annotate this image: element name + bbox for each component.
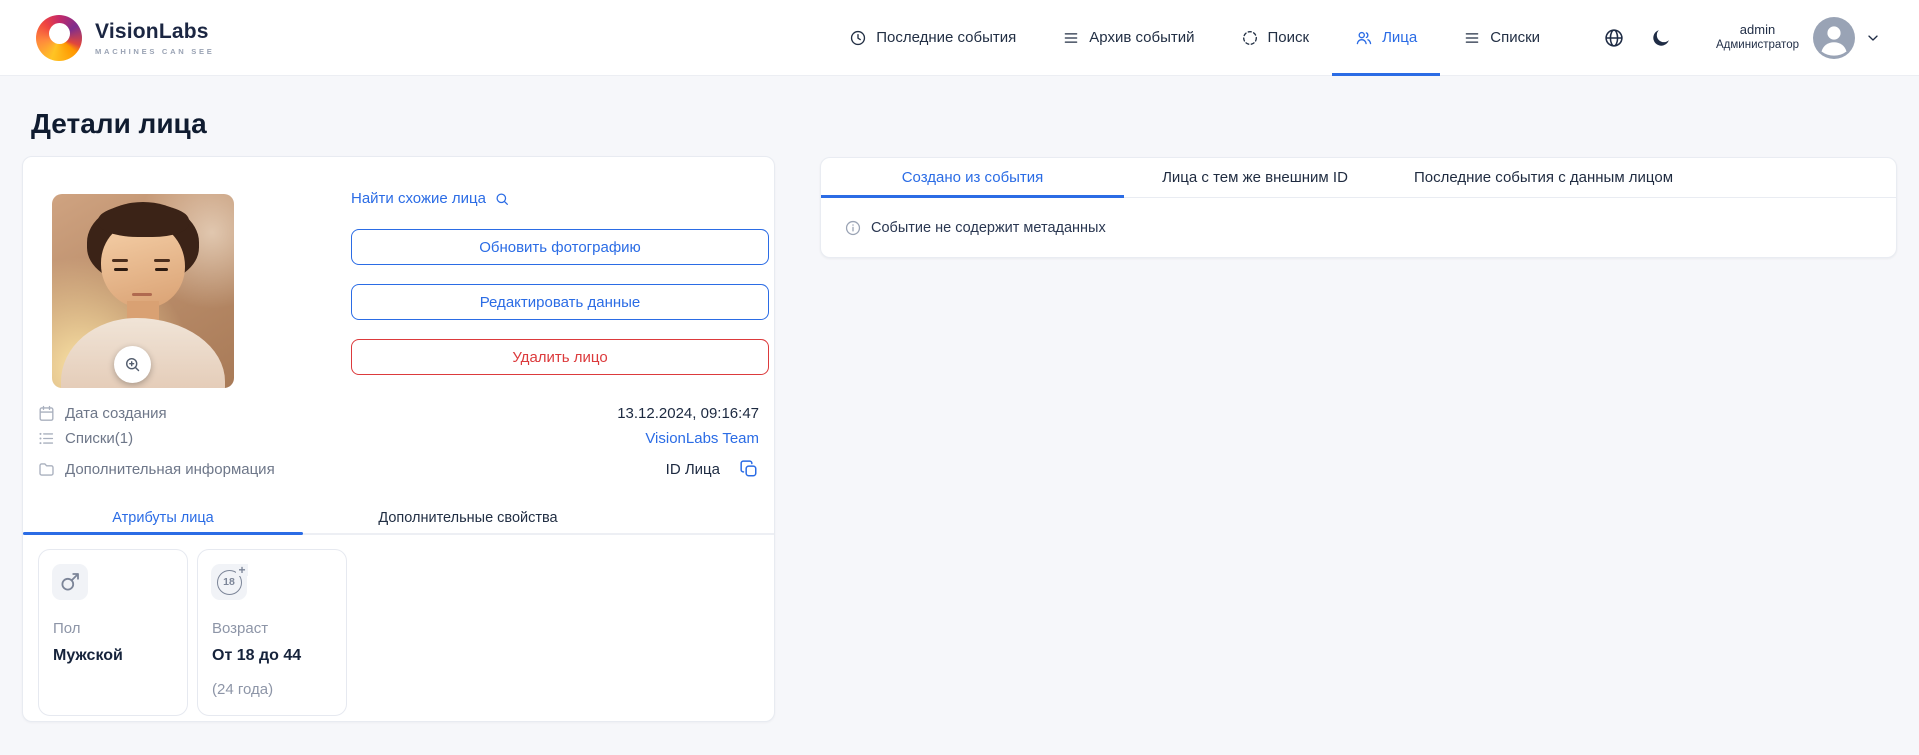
nav-tools: [1603, 27, 1672, 49]
nav-label: Списки: [1490, 29, 1541, 46]
copy-icon: [740, 460, 757, 477]
nav-label: Архив событий: [1089, 29, 1195, 46]
info-icon: [845, 220, 861, 235]
nav-label: Лица: [1382, 29, 1418, 46]
list-link-visionlabs-team[interactable]: VisionLabs Team: [645, 430, 759, 447]
gender-label: Пол: [53, 620, 81, 637]
meta-row-created: Дата создания 13.12.2024, 09:16:47: [37, 404, 759, 423]
list-lines-icon: [1465, 32, 1479, 43]
created-date-value: 13.12.2024, 09:16:47: [617, 405, 759, 422]
language-globe-button[interactable]: [1603, 27, 1625, 49]
nav-label: Последние события: [876, 29, 1017, 46]
find-similar-link[interactable]: Найти схожие лица: [351, 190, 510, 207]
delete-face-button[interactable]: Удалить лицо: [351, 339, 769, 375]
globe-icon: [1605, 28, 1623, 47]
avatar[interactable]: [1813, 16, 1855, 59]
gender-value: Мужской: [53, 647, 123, 664]
nav-item-search[interactable]: Поиск: [1218, 0, 1333, 75]
page-title: Детали лица: [31, 108, 207, 139]
events-panel-body: Событие не содержит метаданных: [821, 198, 1896, 257]
brand-name: VisionLabs: [95, 19, 209, 43]
copy-face-id-button[interactable]: [739, 459, 759, 479]
list-lines-icon: [1064, 32, 1078, 43]
user-name: admin: [1739, 21, 1776, 37]
empty-metadata-message: Событие не содержит метаданных: [871, 219, 1106, 236]
male-icon: [61, 573, 79, 591]
face-photo: [52, 194, 234, 388]
photo-detail: [132, 292, 153, 296]
brand-tagline: MACHINES CAN SEE: [95, 46, 215, 56]
attribute-card-gender: Пол Мужской: [38, 549, 188, 716]
age-icon-box: 18 +: [211, 563, 248, 600]
photo-zoom-button[interactable]: [114, 346, 151, 383]
clock-icon: [851, 30, 866, 45]
age-icon-number: 18: [223, 576, 235, 588]
user-menu-chevron[interactable]: [1865, 30, 1881, 46]
tab-created-from-event[interactable]: Создано из события: [821, 158, 1124, 198]
nav-item-latest-events[interactable]: Последние события: [826, 0, 1039, 75]
nav-item-faces[interactable]: Лица: [1332, 0, 1441, 76]
meta-row-lists: Списки(1) VisionLabs Team: [37, 429, 759, 448]
person-icon: [1821, 25, 1847, 56]
moon-icon: [1653, 29, 1669, 46]
visionlabs-logo-icon: [36, 14, 82, 61]
zoom-in-icon: [126, 358, 140, 372]
user-menu[interactable]: admin Администратор: [1716, 22, 1799, 54]
user-role: Администратор: [1716, 39, 1799, 52]
photo-fringe-shape: [97, 203, 189, 237]
theme-toggle-button[interactable]: [1650, 27, 1672, 49]
photo-detail: [154, 267, 169, 271]
face-id-label: ID Лица: [665, 460, 720, 478]
search-icon: [496, 192, 508, 205]
created-date-label: Дата создания: [65, 405, 167, 422]
brand-logo[interactable]: VisionLabs MACHINES CAN SEE: [36, 14, 215, 61]
list-icon: [39, 432, 54, 445]
face-details-card: Найти схожие лица Обновить фотографию Ре…: [22, 156, 775, 722]
photo-detail: [153, 258, 171, 262]
events-panel-tabs: Создано из события Лица с тем же внешним…: [821, 158, 1896, 198]
chevron-down-icon: [1868, 34, 1878, 41]
events-panel: Создано из события Лица с тем же внешним…: [820, 157, 1897, 258]
dashed-circle-search-icon: [1242, 30, 1257, 45]
folder-icon: [39, 462, 54, 476]
nav-item-lists[interactable]: Списки: [1440, 0, 1563, 75]
attribute-card-age: 18 + Возраст От 18 до 44 (24 года): [197, 549, 347, 716]
age-icon-plus: +: [236, 562, 248, 577]
calendar-icon: [39, 405, 54, 421]
users-icon: [1356, 31, 1372, 44]
tab-faces-same-external-id[interactable]: Лица с тем же внешним ID: [1124, 158, 1386, 197]
find-similar-label: Найти схожие лица: [351, 190, 486, 207]
tab-face-attributes[interactable]: Атрибуты лица: [23, 503, 303, 535]
main-nav: Последние события Архив событий Поиск Ли…: [826, 0, 1563, 76]
brand-text: VisionLabs MACHINES CAN SEE: [95, 20, 215, 56]
age-value: От 18 до 44: [212, 647, 302, 664]
meta-row-additional-info: Дополнительная информация ID Лица: [37, 459, 759, 479]
age-note: (24 года): [212, 681, 274, 698]
nav-item-events-archive[interactable]: Архив событий: [1039, 0, 1217, 75]
tab-additional-properties[interactable]: Дополнительные свойства: [303, 503, 633, 533]
photo-detail: [112, 258, 129, 262]
face-card-tabs: Атрибуты лица Дополнительные свойства: [23, 503, 774, 535]
lists-label: Списки(1): [65, 430, 134, 447]
additional-info-label: Дополнительная информация: [65, 460, 275, 478]
photo-detail: [113, 267, 128, 271]
edit-data-button[interactable]: Редактировать данные: [351, 284, 769, 320]
nav-label: Поиск: [1267, 29, 1310, 46]
update-photo-button[interactable]: Обновить фотографию: [351, 229, 769, 265]
top-navbar: VisionLabs MACHINES CAN SEE Последние со…: [0, 0, 1919, 76]
gender-icon-box: [52, 564, 88, 600]
age-label: Возраст: [212, 620, 269, 637]
age-18-icon: 18 +: [216, 563, 248, 595]
tab-latest-events-with-face[interactable]: Последние события с данным лицом: [1386, 158, 1701, 197]
